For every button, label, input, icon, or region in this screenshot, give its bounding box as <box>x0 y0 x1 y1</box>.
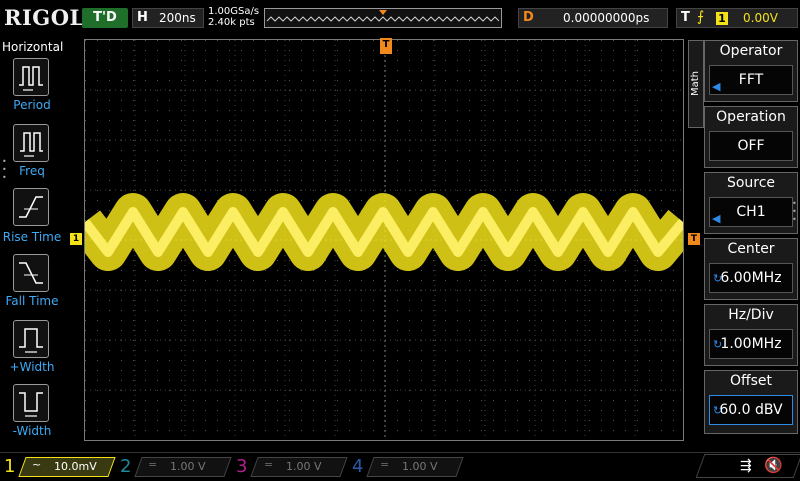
measurement-sidebar: Horizontal Period Freq Rise Time Fall Ti… <box>0 36 64 452</box>
brand-logo: RIGOL <box>4 5 85 30</box>
math-tab-label: Math <box>690 70 701 96</box>
period-button[interactable] <box>13 58 49 96</box>
dc-coupling-icon: = <box>148 458 158 471</box>
ac-coupling-icon: ~ <box>32 458 42 471</box>
positive-width-icon <box>19 328 43 353</box>
trigger-level-marker[interactable]: T <box>688 233 700 245</box>
sidebar-title: Horizontal <box>2 40 64 54</box>
trigger-position-marker[interactable]: T <box>380 38 392 54</box>
channel-3-number: 3 <box>236 456 248 477</box>
dc-coupling-icon: = <box>380 458 390 471</box>
offset-value[interactable]: ↻ 60.0 dBV <box>709 395 793 425</box>
channel-2-number: 2 <box>120 456 132 477</box>
trigger-readout[interactable]: T ⨍ 1 0.00V <box>676 8 798 28</box>
trigger-status-badge: T'D <box>82 8 128 28</box>
knob-icon: ↻ <box>713 404 723 417</box>
channel-4-status[interactable]: 4 = 1.00 V <box>350 455 464 479</box>
channel-2-status[interactable]: 2 = 1.00 V <box>118 455 232 479</box>
trigger-level-value: 0.00V <box>743 11 778 25</box>
channel-3-scale: 1.00 V <box>286 460 322 473</box>
rise-time-icon <box>19 196 43 218</box>
hzdiv-menu[interactable]: Hz/Div ↻ 1.00MHz <box>704 304 798 366</box>
channel-1-scale: 10.0mV <box>54 460 97 473</box>
channel-2-scale: 1.00 V <box>170 460 206 473</box>
page-dots-icon: • • • <box>2 157 7 182</box>
horizontal-label: H <box>137 10 148 25</box>
hzdiv-title: Hz/Div <box>728 307 774 323</box>
center-menu[interactable]: Center ↻ 6.00MHz <box>704 238 798 300</box>
graticule <box>69 40 698 440</box>
period-label: Period <box>13 98 51 112</box>
channel-1-number: 1 <box>4 456 16 477</box>
period-icon <box>19 66 43 91</box>
memory-trigger-marker <box>379 10 387 15</box>
memory-depth: 2.40k pts <box>208 17 255 28</box>
offset-title: Offset <box>729 373 773 389</box>
rise-time-label: Rise Time <box>2 230 62 244</box>
operator-value[interactable]: ◀ FFT <box>709 65 793 95</box>
memory-waveform-overview <box>264 8 502 28</box>
freq-label: Freq <box>19 164 45 178</box>
left-arrow-icon: ◀ <box>712 80 721 93</box>
operator-menu[interactable]: Operator ◀ FFT <box>704 40 798 102</box>
left-arrow-icon: ◀ <box>712 212 721 225</box>
center-title: Center <box>727 241 775 257</box>
positive-width-label: +Width <box>9 360 55 374</box>
ch1-offset-marker[interactable]: 1 <box>70 233 82 245</box>
rise-time-button[interactable] <box>13 188 49 226</box>
delay-label: D <box>523 10 534 25</box>
delay-value: 0.00000000ps <box>563 11 650 25</box>
rising-edge-icon: ⨍ <box>697 9 705 25</box>
fall-time-label: Fall Time <box>5 294 59 308</box>
speaker-muted-icon[interactable]: 🔇 <box>764 456 783 474</box>
negative-width-button[interactable] <box>13 384 49 422</box>
sample-rate: 1.00GSa/s <box>208 6 260 17</box>
hzdiv-value[interactable]: ↻ 1.00MHz <box>709 329 793 359</box>
timebase-value: 200ns <box>159 11 196 25</box>
operation-title: Operation <box>716 109 786 125</box>
dc-coupling-icon: = <box>264 458 274 471</box>
source-menu[interactable]: Source ◀ CH1 <box>704 172 798 234</box>
knob-icon: ↻ <box>713 272 723 285</box>
negative-width-icon <box>19 392 43 417</box>
delay-readout[interactable]: D 0.00000000ps <box>518 8 668 28</box>
page-dots-icon: • • • <box>792 199 797 224</box>
operator-title: Operator <box>719 43 783 59</box>
waveform-display[interactable] <box>69 39 698 441</box>
timebase-readout[interactable]: H 200ns <box>132 8 204 28</box>
trigger-label: T <box>681 10 690 25</box>
channel-1-status[interactable]: 1 ~ 10.0mV <box>2 455 116 479</box>
negative-width-label: -Width <box>12 424 52 438</box>
center-value-text: 6.00MHz <box>720 270 782 286</box>
fall-time-button[interactable] <box>13 254 49 292</box>
channel-4-number: 4 <box>352 456 364 477</box>
center-value[interactable]: ↻ 6.00MHz <box>709 263 793 293</box>
positive-width-button[interactable] <box>13 320 49 358</box>
frequency-icon <box>20 132 43 157</box>
channel-3-status[interactable]: 3 = 1.00 V <box>234 455 348 479</box>
channel-4-scale: 1.00 V <box>402 460 438 473</box>
memory-overview-wave <box>266 10 500 22</box>
fall-time-icon <box>19 262 43 284</box>
frequency-button[interactable] <box>13 124 49 162</box>
offset-value-text: 60.0 dBV <box>719 402 783 418</box>
hzdiv-value-text: 1.00MHz <box>720 336 782 352</box>
operation-value[interactable]: OFF <box>709 131 793 161</box>
offset-menu[interactable]: Offset ↻ 60.0 dBV <box>704 370 798 434</box>
source-value[interactable]: ◀ CH1 <box>709 197 793 227</box>
trigger-source-badge: 1 <box>716 12 728 25</box>
source-value-text: CH1 <box>736 204 766 220</box>
operation-menu[interactable]: Operation OFF <box>704 106 798 168</box>
operator-value-text: FFT <box>738 72 764 88</box>
source-title: Source <box>726 175 776 191</box>
knob-icon: ↻ <box>713 338 723 351</box>
usb-icon: ⇶ <box>740 458 752 474</box>
